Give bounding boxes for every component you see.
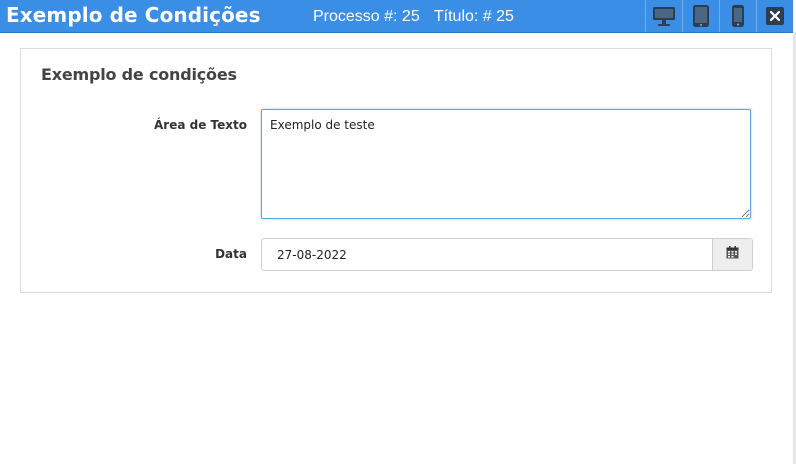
window-title: Exemplo de Condições [6,3,261,27]
desktop-icon [652,5,676,27]
date-label: Data [215,247,247,261]
desktop-view-button[interactable] [645,0,682,32]
text-area-label: Área de Texto [154,118,247,132]
close-button[interactable] [756,0,793,32]
tablet-view-button[interactable] [682,0,719,32]
date-field-group [261,238,753,271]
calendar-icon [726,245,739,264]
date-picker-button[interactable] [712,239,752,270]
tablet-icon [692,4,710,28]
mobile-icon [731,4,745,28]
panel-title: Exemplo de condições [41,65,237,84]
text-area-field[interactable]: Exemplo de teste [261,109,751,219]
mobile-view-button[interactable] [719,0,756,32]
title-bar: Exemplo de Condições Processo #: 25 Títu… [0,0,793,33]
process-number: Processo #: 25 [313,8,420,25]
form-panel: Exemplo de condições Área de Texto Exemp… [20,48,772,293]
view-mode-toolbar [645,0,793,32]
process-info: Processo #: 25 Título: # 25 [313,8,524,26]
close-icon [766,7,784,25]
title-number: Título: # 25 [433,8,514,25]
date-input[interactable] [262,239,712,270]
